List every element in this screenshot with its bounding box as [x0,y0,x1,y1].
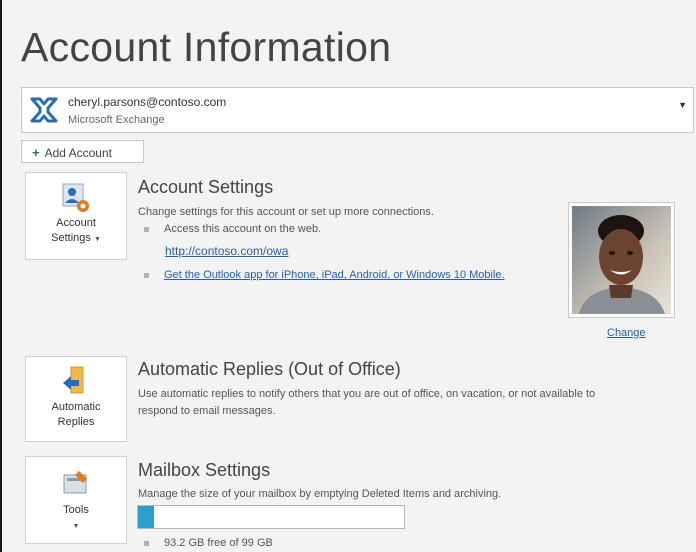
change-photo-link[interactable]: Change [607,327,646,339]
bullet-icon [144,272,149,278]
profile-photo[interactable] [568,202,675,318]
outlook-app-link[interactable]: Get the Outlook app for iPhone, iPad, An… [164,269,505,281]
mailbox-settings-title: Mailbox Settings [138,460,271,480]
automatic-replies-tile-label-1: Automatic [51,401,101,413]
mailbox-usage-fill [138,506,154,528]
mailbox-usage-bar [137,505,405,529]
bullet-icon [144,226,149,232]
chevron-down-icon: ▼ [93,236,101,243]
account-settings-title: Account Settings [138,177,274,197]
account-settings-tile-label-2: Settings [51,232,91,244]
bullet-web-access: Access this account on the web. [144,223,321,235]
automatic-replies-description: Use automatic replies to notify others t… [138,386,595,420]
mailbox-settings-description: Manage the size of your mailbox by empty… [138,488,502,500]
account-settings-icon [62,183,89,212]
add-account-label: Add Account [44,146,112,160]
account-info-pane: Account Information cheryl.parsons@conto… [0,0,696,552]
bullet-icon [144,540,149,546]
page-title: Account Information [21,24,392,70]
storage-bullet: 93.2 GB free of 99 GB [144,537,273,549]
automatic-replies-description-line-2: respond to email messages. [138,405,276,417]
account-selector[interactable]: cheryl.parsons@contoso.com Microsoft Exc… [21,87,694,133]
account-email: cheryl.parsons@contoso.com [68,95,227,109]
exchange-icon [30,97,58,123]
avatar [572,206,671,314]
plus-icon: + [32,145,40,160]
storage-text: 93.2 GB free of 99 GB [164,537,273,549]
account-settings-description: Change settings for this account or set … [138,206,434,218]
chevron-down-icon: ▼ [72,523,80,530]
tools-tile-label: Tools [63,504,89,516]
chevron-down-icon[interactable]: ▼ [678,100,687,110]
automatic-replies-tile-label-2: Replies [57,416,95,428]
account-settings-button[interactable]: Account Settings ▼ [25,172,127,260]
account-settings-tile-row: Settings ▼ [26,231,126,247]
add-account-button[interactable]: + Add Account [21,140,144,163]
tools-button[interactable]: Tools ▼ [25,456,127,544]
owa-link[interactable]: http://contoso.com/owa [165,244,288,258]
automatic-replies-title: Automatic Replies (Out of Office) [138,359,401,379]
account-type: Microsoft Exchange [68,114,165,126]
tools-icon [63,471,87,494]
automatic-replies-icon [63,366,84,394]
bullet-app-link: Get the Outlook app for iPhone, iPad, An… [144,269,505,281]
web-link-row: http://contoso.com/owa [165,244,288,258]
tools-tile-caret-row: ▼ [26,518,126,534]
automatic-replies-description-line-1: Use automatic replies to notify others t… [138,388,596,400]
automatic-replies-button[interactable]: Automatic Replies [25,356,127,442]
bullet-web-text: Access this account on the web. [164,223,322,235]
account-settings-tile-label-1: Account [56,217,96,229]
